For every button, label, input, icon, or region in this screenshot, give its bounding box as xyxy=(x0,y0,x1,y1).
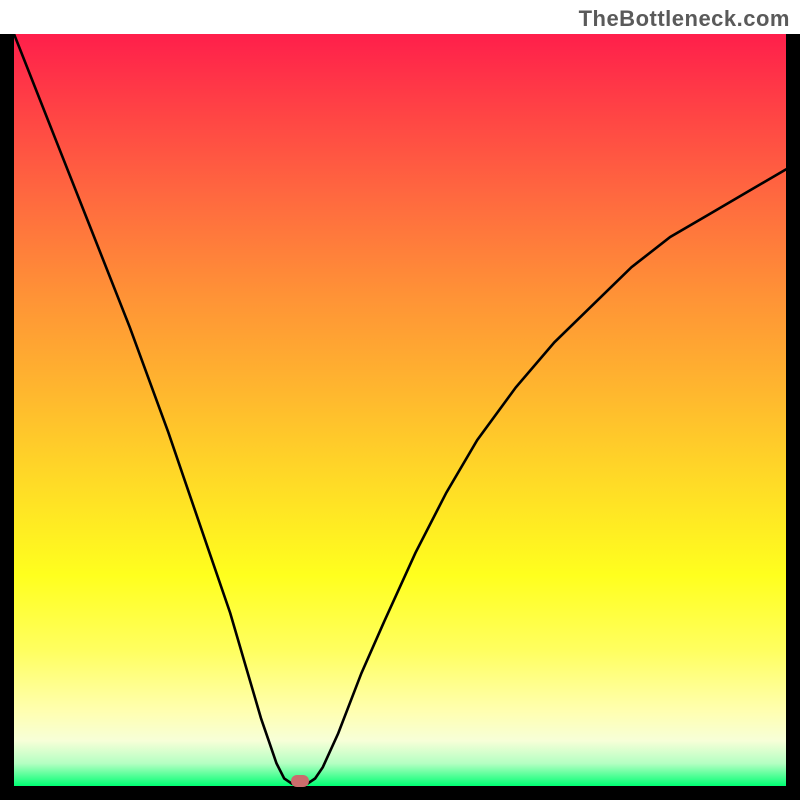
watermark-text: TheBottleneck.com xyxy=(579,6,790,32)
plot-area xyxy=(14,34,786,786)
optimum-marker xyxy=(291,775,309,787)
chart-container: TheBottleneck.com xyxy=(0,0,800,800)
border-left xyxy=(0,34,14,786)
curve-svg xyxy=(14,34,786,786)
border-right xyxy=(786,34,800,786)
bottleneck-curve xyxy=(14,34,786,786)
border-bottom xyxy=(0,786,800,800)
